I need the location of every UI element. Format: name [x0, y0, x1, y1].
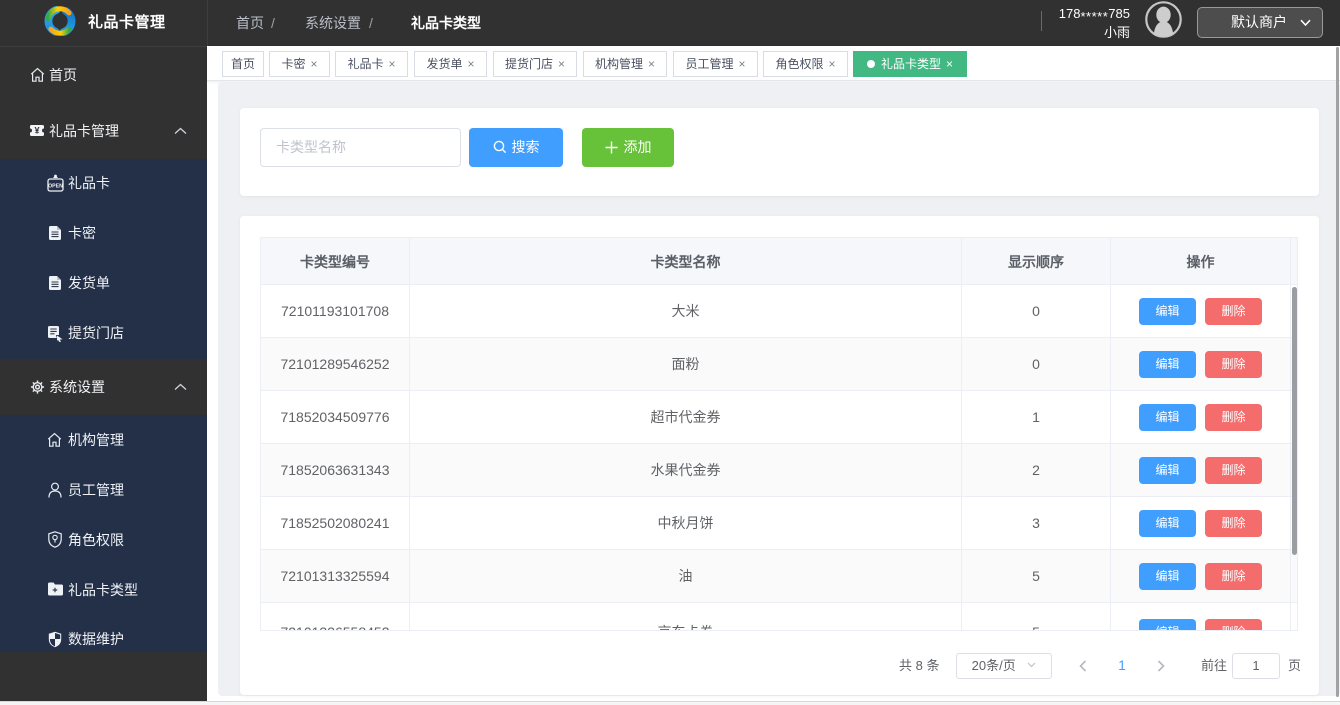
svg-text:OPEN: OPEN: [48, 184, 63, 190]
svg-text:¥: ¥: [34, 126, 39, 136]
